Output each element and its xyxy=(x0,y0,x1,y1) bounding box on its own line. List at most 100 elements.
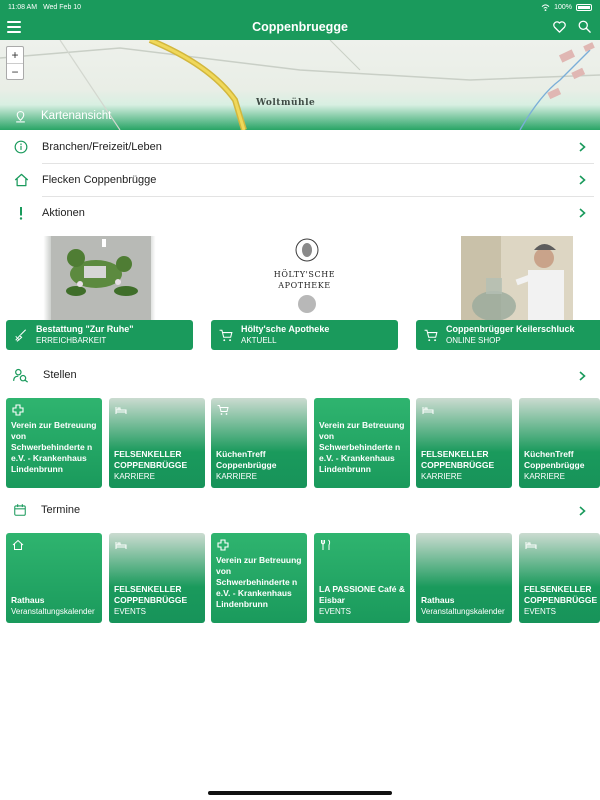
chevron-right-icon xyxy=(579,175,586,185)
promo-caption: Bestattung "Zur Ruhe" ERREICHBARKEIT xyxy=(6,320,193,350)
promo-image xyxy=(416,236,600,320)
menu-item-branchen[interactable]: Branchen/Freizeit/Leben xyxy=(0,130,600,163)
menu-item-label: Branchen/Freizeit/Leben xyxy=(42,140,162,153)
map-view-bar[interactable]: Kartenansicht xyxy=(0,102,600,130)
promo-card-keilerschluck[interactable]: Coppenbrügger Keilerschluck ONLINE SHOP xyxy=(416,236,600,354)
termine-tile[interactable]: LA PASSIONE Café & Eisbar EVENTS xyxy=(314,533,410,623)
tile-name: Rathaus xyxy=(11,595,45,605)
tile-subtitle: Veranstaltungskalender xyxy=(11,607,95,616)
section-title: Termine xyxy=(41,504,81,516)
heart-icon[interactable] xyxy=(552,19,567,34)
promo-image: HÖLTY'SCHE APOTHEKE xyxy=(211,236,398,320)
apotheke-logo-line2: APOTHEKE xyxy=(278,281,331,290)
promo-subtitle: AKTUELL xyxy=(241,336,277,345)
promo-title: Hölty'sche Apotheke xyxy=(241,324,330,334)
main-menu: Branchen/Freizeit/Leben Flecken Coppenbr… xyxy=(0,130,600,229)
tile-subtitle: EVENTS xyxy=(524,607,557,616)
chevron-right-icon xyxy=(579,142,586,152)
chevron-right-icon xyxy=(579,208,586,218)
broom-icon xyxy=(15,329,27,342)
tile-name: KüchenTreff Coppenbrügge xyxy=(216,449,277,470)
stellen-tile[interactable]: Verein zur Betreuung von Schwerbehindert… xyxy=(314,398,410,488)
promo-caption: Hölty'sche Apotheke AKTUELL xyxy=(211,320,398,350)
medical-cross-icon xyxy=(12,404,24,416)
zoom-in-button[interactable]: + xyxy=(7,47,23,63)
map-pin-icon xyxy=(16,110,25,122)
tile-subtitle: KARRIERE xyxy=(114,472,155,481)
calendar-icon xyxy=(14,504,26,516)
home-icon xyxy=(13,172,29,188)
stellen-tile[interactable]: Verein zur Betreuung von Schwerbehindert… xyxy=(6,398,102,488)
tile-subtitle: EVENTS xyxy=(114,607,147,616)
section-stellen[interactable]: Stellen xyxy=(0,362,600,388)
tile-name: FELSENKELLER COPPENBRÜGGE xyxy=(524,584,598,605)
user-search-icon xyxy=(13,368,29,383)
tile-name: FELSENKELLER COPPENBRÜGGE xyxy=(114,449,188,470)
tile-subtitle: KARRIERE xyxy=(524,472,565,481)
chevron-right-icon xyxy=(579,506,586,516)
bed-icon xyxy=(422,407,434,414)
section-termine[interactable]: Termine xyxy=(0,497,600,523)
status-date: Wed Feb 10 xyxy=(43,3,82,11)
bed-icon xyxy=(525,542,537,549)
status-time: 11:08 AM xyxy=(8,3,38,11)
termine-tiles: Rathaus Veranstaltungskalender FELSENKEL… xyxy=(6,533,600,623)
termine-tile[interactable]: FELSENKELLER COPPENBRÜGGE EVENTS xyxy=(109,533,205,623)
tile-subtitle: KARRIERE xyxy=(216,472,257,481)
menu-item-aktionen[interactable]: Aktionen xyxy=(0,196,600,229)
zoom-out-button[interactable]: − xyxy=(7,63,23,79)
stellen-tile[interactable]: KüchenTreff Coppenbrügge KARRIERE xyxy=(211,398,307,488)
stellen-tile[interactable]: FELSENKELLER COPPENBRÜGGE KARRIERE xyxy=(109,398,205,488)
info-icon xyxy=(13,139,29,155)
cart-icon xyxy=(219,329,233,341)
stellen-tiles: Verein zur Betreuung von Schwerbehindert… xyxy=(6,398,600,488)
tile-name: KüchenTreff Coppenbrügge xyxy=(524,449,585,470)
tile-name: Verein zur Betreuung von Schwerbehindert… xyxy=(319,420,405,474)
menu-item-label: Aktionen xyxy=(42,206,85,219)
tile-name: Verein zur Betreuung von Schwerbehindert… xyxy=(216,555,302,609)
section-title: Stellen xyxy=(43,369,77,381)
battery-icon xyxy=(576,3,592,11)
home-indicator[interactable] xyxy=(208,791,392,795)
termine-tile[interactable]: Rathaus Veranstaltungskalender xyxy=(416,533,512,623)
battery-percentage: 100% xyxy=(554,3,572,11)
cart-icon xyxy=(217,405,229,415)
promo-caption: Coppenbrügger Keilerschluck ONLINE SHOP xyxy=(416,320,600,350)
termine-tile[interactable]: FELSENKELLER COPPENBRÜGGE EVENTS xyxy=(519,533,600,623)
map-zoom-control: + − xyxy=(6,46,24,80)
chevron-right-icon xyxy=(579,371,586,381)
map-view[interactable]: + − Woltmühle Kartenansicht xyxy=(0,40,600,130)
promo-subtitle: ERREICHBARKEIT xyxy=(36,336,107,345)
fork-knife-icon xyxy=(321,539,331,550)
search-icon[interactable] xyxy=(577,19,592,34)
exclamation-icon xyxy=(13,205,29,221)
status-bar: 11:08 AM Wed Feb 10 100% xyxy=(0,0,600,14)
stellen-tile[interactable]: KüchenTreff Coppenbrügge KARRIERE xyxy=(519,398,600,488)
bed-icon xyxy=(115,542,127,549)
apotheke-logo-line1: HÖLTY'SCHE xyxy=(273,270,336,279)
tile-name: Verein zur Betreuung von Schwerbehindert… xyxy=(11,420,97,474)
medical-cross-icon xyxy=(217,539,229,551)
bed-icon xyxy=(115,407,127,414)
cart-icon xyxy=(424,329,438,341)
stellen-tile[interactable]: FELSENKELLER COPPENBRÜGGE KARRIERE xyxy=(416,398,512,488)
wifi-icon xyxy=(541,3,550,11)
home-icon xyxy=(12,539,24,550)
tile-subtitle: Veranstaltungskalender xyxy=(421,607,505,616)
termine-tile[interactable]: Verein zur Betreuung von Schwerbehindert… xyxy=(211,533,307,623)
tile-name: FELSENKELLER COPPENBRÜGGE xyxy=(421,449,495,470)
menu-item-flecken[interactable]: Flecken Coppenbrügge xyxy=(0,163,600,196)
tile-subtitle: EVENTS xyxy=(319,607,352,616)
termine-tile[interactable]: Rathaus Veranstaltungskalender xyxy=(6,533,102,623)
tile-subtitle: KARRIERE xyxy=(421,472,462,481)
promo-carousel: Bestattung "Zur Ruhe" ERREICHBARKEIT HÖL… xyxy=(0,236,600,354)
promo-card-apotheke[interactable]: HÖLTY'SCHE APOTHEKE Hölty'sche Apotheke … xyxy=(211,236,398,354)
promo-card-bestattung[interactable]: Bestattung "Zur Ruhe" ERREICHBARKEIT xyxy=(6,236,193,354)
navigation-bar: Coppenbruegge xyxy=(0,14,600,40)
hamburger-menu-icon[interactable] xyxy=(7,21,21,33)
promo-title: Coppenbrügger Keilerschluck xyxy=(446,324,575,334)
promo-image xyxy=(6,236,193,320)
tile-name: LA PASSIONE Café & Eisbar xyxy=(319,584,405,605)
tile-name: FELSENKELLER COPPENBRÜGGE xyxy=(114,584,188,605)
promo-subtitle: ONLINE SHOP xyxy=(446,336,501,345)
